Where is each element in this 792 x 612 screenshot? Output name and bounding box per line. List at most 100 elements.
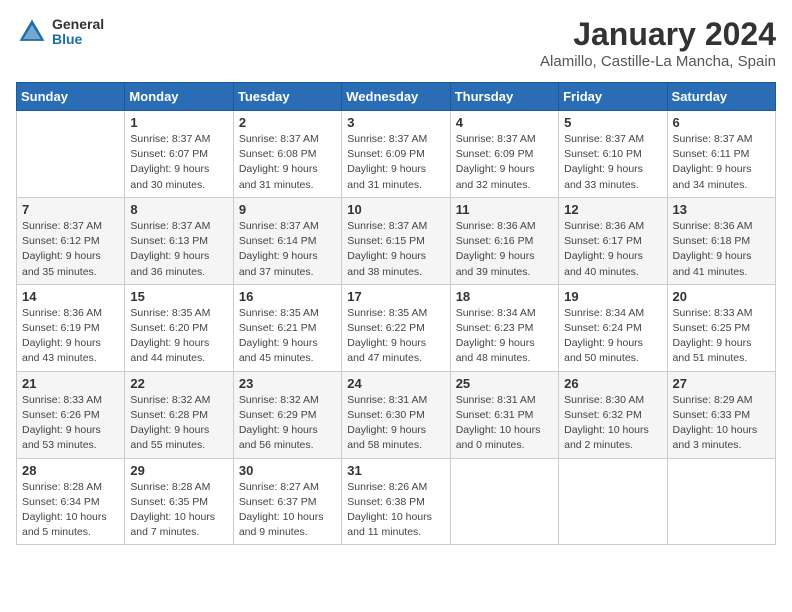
day-number: 6 — [673, 115, 770, 130]
day-number: 23 — [239, 376, 336, 391]
day-number: 12 — [564, 202, 661, 217]
calendar-cell: 20 Sunrise: 8:33 AMSunset: 6:25 PMDayligh… — [667, 284, 775, 371]
day-info: Sunrise: 8:35 AMSunset: 6:20 PMDaylight:… — [130, 306, 227, 367]
day-info: Sunrise: 8:27 AMSunset: 6:37 PMDaylight:… — [239, 480, 336, 541]
page-header: General Blue January 2024 Alamillo, Cast… — [16, 16, 776, 70]
day-number: 2 — [239, 115, 336, 130]
calendar-week-row: 28Sunrise: 8:28 AMSunset: 6:34 PMDayligh… — [17, 458, 776, 545]
calendar-cell: 15 Sunrise: 8:35 AMSunset: 6:20 PMDayligh… — [125, 284, 233, 371]
day-info: Sunrise: 8:33 AMSunset: 6:25 PMDaylight:… — [673, 306, 770, 367]
day-number: 15 — [130, 289, 227, 304]
calendar-cell — [667, 458, 775, 545]
day-number: 5 — [564, 115, 661, 130]
calendar-cell: 10 Sunrise: 8:37 AMSunset: 6:15 PMDayligh… — [342, 197, 450, 284]
calendar-header: SundayMondayTuesdayWednesdayThursdayFrid… — [17, 83, 776, 111]
day-info: Sunrise: 8:36 AMSunset: 6:17 PMDaylight:… — [564, 219, 661, 280]
day-number: 10 — [347, 202, 444, 217]
day-number: 8 — [130, 202, 227, 217]
day-info: Sunrise: 8:37 AMSunset: 6:10 PMDaylight:… — [564, 132, 661, 193]
calendar-cell: 23 Sunrise: 8:32 AMSunset: 6:29 PMDayligh… — [233, 371, 341, 458]
calendar-cell: 18 Sunrise: 8:34 AMSunset: 6:23 PMDayligh… — [450, 284, 558, 371]
day-number: 9 — [239, 202, 336, 217]
day-number: 14 — [22, 289, 119, 304]
calendar-cell: 13 Sunrise: 8:36 AMSunset: 6:18 PMDayligh… — [667, 197, 775, 284]
day-info: Sunrise: 8:37 AMSunset: 6:12 PMDaylight:… — [22, 219, 119, 280]
day-info: Sunrise: 8:28 AMSunset: 6:34 PMDaylight:… — [22, 480, 119, 541]
day-number: 20 — [673, 289, 770, 304]
day-info: Sunrise: 8:32 AMSunset: 6:29 PMDaylight:… — [239, 393, 336, 454]
logo-text: General Blue — [52, 17, 104, 48]
day-number: 3 — [347, 115, 444, 130]
day-info: Sunrise: 8:34 AMSunset: 6:23 PMDaylight:… — [456, 306, 553, 367]
calendar-cell: 27Sunrise: 8:29 AMSunset: 6:33 PMDayligh… — [667, 371, 775, 458]
calendar-cell: 30 Sunrise: 8:27 AMSunset: 6:37 PMDayligh… — [233, 458, 341, 545]
day-number: 31 — [347, 463, 444, 478]
calendar-title: January 2024 — [540, 16, 776, 53]
weekday-header: Saturday — [667, 83, 775, 111]
day-info: Sunrise: 8:37 AMSunset: 6:09 PMDaylight:… — [456, 132, 553, 193]
calendar-week-row: 1Sunrise: 8:37 AMSunset: 6:07 PMDaylight… — [17, 111, 776, 198]
calendar-cell: 29Sunrise: 8:28 AMSunset: 6:35 PMDayligh… — [125, 458, 233, 545]
calendar-cell: 5 Sunrise: 8:37 AMSunset: 6:10 PMDaylight… — [559, 111, 667, 198]
weekday-header: Wednesday — [342, 83, 450, 111]
day-info: Sunrise: 8:37 AMSunset: 6:15 PMDaylight:… — [347, 219, 444, 280]
calendar-cell: 8 Sunrise: 8:37 AMSunset: 6:13 PMDaylight… — [125, 197, 233, 284]
weekday-header: Tuesday — [233, 83, 341, 111]
day-info: Sunrise: 8:37 AMSunset: 6:08 PMDaylight:… — [239, 132, 336, 193]
calendar-cell — [17, 111, 125, 198]
calendar-cell: 28Sunrise: 8:28 AMSunset: 6:34 PMDayligh… — [17, 458, 125, 545]
weekday-header-row: SundayMondayTuesdayWednesdayThursdayFrid… — [17, 83, 776, 111]
day-info: Sunrise: 8:35 AMSunset: 6:21 PMDaylight:… — [239, 306, 336, 367]
calendar-week-row: 14Sunrise: 8:36 AMSunset: 6:19 PMDayligh… — [17, 284, 776, 371]
weekday-header: Monday — [125, 83, 233, 111]
calendar-body: 1Sunrise: 8:37 AMSunset: 6:07 PMDaylight… — [17, 111, 776, 545]
day-number: 25 — [456, 376, 553, 391]
day-info: Sunrise: 8:37 AMSunset: 6:13 PMDaylight:… — [130, 219, 227, 280]
day-number: 26 — [564, 376, 661, 391]
day-info: Sunrise: 8:37 AMSunset: 6:14 PMDaylight:… — [239, 219, 336, 280]
calendar-cell: 19 Sunrise: 8:34 AMSunset: 6:24 PMDayligh… — [559, 284, 667, 371]
day-number: 16 — [239, 289, 336, 304]
calendar-cell: 31Sunrise: 8:26 AMSunset: 6:38 PMDayligh… — [342, 458, 450, 545]
day-info: Sunrise: 8:37 AMSunset: 6:11 PMDaylight:… — [673, 132, 770, 193]
calendar-cell: 4Sunrise: 8:37 AMSunset: 6:09 PMDaylight… — [450, 111, 558, 198]
calendar-cell: 3Sunrise: 8:37 AMSunset: 6:09 PMDaylight… — [342, 111, 450, 198]
calendar-table: SundayMondayTuesdayWednesdayThursdayFrid… — [16, 82, 776, 545]
day-info: Sunrise: 8:32 AMSunset: 6:28 PMDaylight:… — [130, 393, 227, 454]
calendar-cell: 1Sunrise: 8:37 AMSunset: 6:07 PMDaylight… — [125, 111, 233, 198]
calendar-cell: 11Sunrise: 8:36 AMSunset: 6:16 PMDayligh… — [450, 197, 558, 284]
day-info: Sunrise: 8:30 AMSunset: 6:32 PMDaylight:… — [564, 393, 661, 454]
day-number: 13 — [673, 202, 770, 217]
day-info: Sunrise: 8:34 AMSunset: 6:24 PMDaylight:… — [564, 306, 661, 367]
weekday-header: Sunday — [17, 83, 125, 111]
day-info: Sunrise: 8:33 AMSunset: 6:26 PMDaylight:… — [22, 393, 119, 454]
calendar-cell: 24Sunrise: 8:31 AMSunset: 6:30 PMDayligh… — [342, 371, 450, 458]
calendar-cell: 26 Sunrise: 8:30 AMSunset: 6:32 PMDayligh… — [559, 371, 667, 458]
calendar-cell — [450, 458, 558, 545]
calendar-cell: 25 Sunrise: 8:31 AMSunset: 6:31 PMDayligh… — [450, 371, 558, 458]
day-number: 30 — [239, 463, 336, 478]
weekday-header: Thursday — [450, 83, 558, 111]
day-number: 24 — [347, 376, 444, 391]
calendar-cell: 12 Sunrise: 8:36 AMSunset: 6:17 PMDayligh… — [559, 197, 667, 284]
calendar-cell: 21 Sunrise: 8:33 AMSunset: 6:26 PMDayligh… — [17, 371, 125, 458]
calendar-cell: 7 Sunrise: 8:37 AMSunset: 6:12 PMDaylight… — [17, 197, 125, 284]
day-info: Sunrise: 8:36 AMSunset: 6:18 PMDaylight:… — [673, 219, 770, 280]
calendar-cell: 6 Sunrise: 8:37 AMSunset: 6:11 PMDaylight… — [667, 111, 775, 198]
day-info: Sunrise: 8:31 AMSunset: 6:31 PMDaylight:… — [456, 393, 553, 454]
day-info: Sunrise: 8:28 AMSunset: 6:35 PMDaylight:… — [130, 480, 227, 541]
day-number: 1 — [130, 115, 227, 130]
day-info: Sunrise: 8:29 AMSunset: 6:33 PMDaylight:… — [673, 393, 770, 454]
calendar-subtitle: Alamillo, Castille-La Mancha, Spain — [540, 53, 776, 70]
calendar-cell: 14Sunrise: 8:36 AMSunset: 6:19 PMDayligh… — [17, 284, 125, 371]
day-number: 21 — [22, 376, 119, 391]
day-number: 7 — [22, 202, 119, 217]
weekday-header: Friday — [559, 83, 667, 111]
day-number: 18 — [456, 289, 553, 304]
day-info: Sunrise: 8:35 AMSunset: 6:22 PMDaylight:… — [347, 306, 444, 367]
calendar-week-row: 7 Sunrise: 8:37 AMSunset: 6:12 PMDaylight… — [17, 197, 776, 284]
calendar-cell: 2 Sunrise: 8:37 AMSunset: 6:08 PMDaylight… — [233, 111, 341, 198]
calendar-cell — [559, 458, 667, 545]
logo: General Blue — [16, 16, 104, 48]
day-number: 19 — [564, 289, 661, 304]
